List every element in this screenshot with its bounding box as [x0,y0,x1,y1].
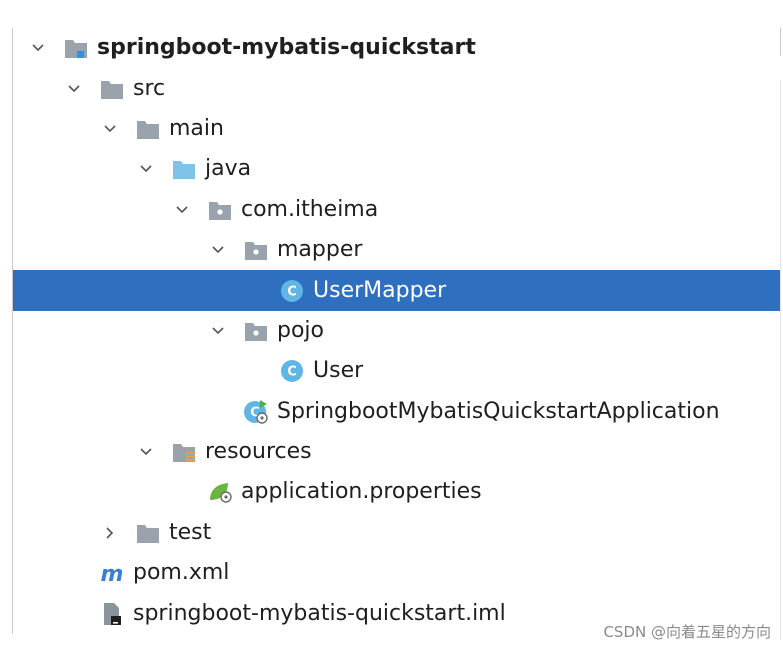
source-root-folder-icon [171,157,197,181]
tree-item-label: springboot-mybatis-quickstart [97,35,476,61]
tree-item-pom-xml[interactable]: m pom.xml [13,553,780,593]
tree-item-package-mapper[interactable]: mapper [13,230,780,270]
class-icon: C [279,359,305,383]
tree-item-class-user[interactable]: C User [13,351,780,391]
svg-text:C: C [287,284,297,299]
tree-item-resources[interactable]: resources [13,432,780,472]
package-icon [243,238,269,262]
tree-item-label: springboot-mybatis-quickstart.iml [133,600,506,626]
tree-item-test[interactable]: test [13,513,780,553]
tree-item-package-pojo[interactable]: pojo [13,311,780,351]
spring-boot-class-icon: C [243,399,269,424]
tree-item-label: resources [205,439,312,465]
chevron-down-icon[interactable] [27,37,49,59]
tree-item-label: test [169,519,212,545]
tree-item-label: UserMapper [313,277,447,303]
module-folder-icon [63,36,89,60]
panel-right-border [780,28,781,56]
tree-item-label: application.properties [241,479,482,505]
tree-item-label: pojo [277,317,324,343]
tree-item-package-com-itheima[interactable]: com.itheima [13,190,780,230]
tree-item-java[interactable]: java [13,149,780,189]
tree-item-src[interactable]: src [13,68,780,108]
tree-item-label: SpringbootMybatisQuickstartApplication [277,398,720,424]
tree-item-label: java [205,156,252,182]
maven-icon: m [99,561,125,585]
chevron-down-icon[interactable] [99,118,121,140]
folder-icon [99,77,125,101]
chevron-down-icon[interactable] [207,239,229,261]
csdn-watermark: CSDN @向着五星的方向 [603,623,771,641]
package-icon [207,198,233,222]
chevron-down-icon[interactable] [135,158,157,180]
panel-right-border-lower [780,80,781,640]
iml-file-icon [99,602,125,626]
chevron-down-icon[interactable] [63,78,85,100]
chevron-down-icon[interactable] [207,320,229,342]
tree-item-label: pom.xml [133,560,230,586]
tree-item-label: com.itheima [241,196,379,222]
tree-item-label: User [313,358,364,384]
tree-item-class-application[interactable]: C SpringbootMybatisQuickstartApplication [13,392,780,432]
folder-icon [135,117,161,141]
tree-item-application-properties[interactable]: application.properties [13,472,780,512]
project-tree: springboot-mybatis-quickstart src main j… [13,28,780,634]
svg-text:C: C [287,365,297,380]
tree-item-label: main [169,115,224,141]
spring-properties-icon [207,480,233,504]
tree-item-main[interactable]: main [13,109,780,149]
svg-text:m: m [101,562,124,585]
resources-folder-icon [171,440,197,464]
chevron-down-icon[interactable] [171,199,193,221]
class-icon: C [279,279,305,303]
tree-item-class-usermapper[interactable]: C UserMapper [13,270,780,311]
chevron-down-icon[interactable] [135,441,157,463]
project-tree-panel: springboot-mybatis-quickstart src main j… [0,0,783,650]
chevron-right-icon[interactable] [99,522,121,544]
tree-item-label: mapper [277,237,363,263]
tree-item-project-root[interactable]: springboot-mybatis-quickstart [13,28,780,68]
package-icon [243,319,269,343]
tree-item-label: src [133,75,166,101]
folder-icon [135,521,161,545]
